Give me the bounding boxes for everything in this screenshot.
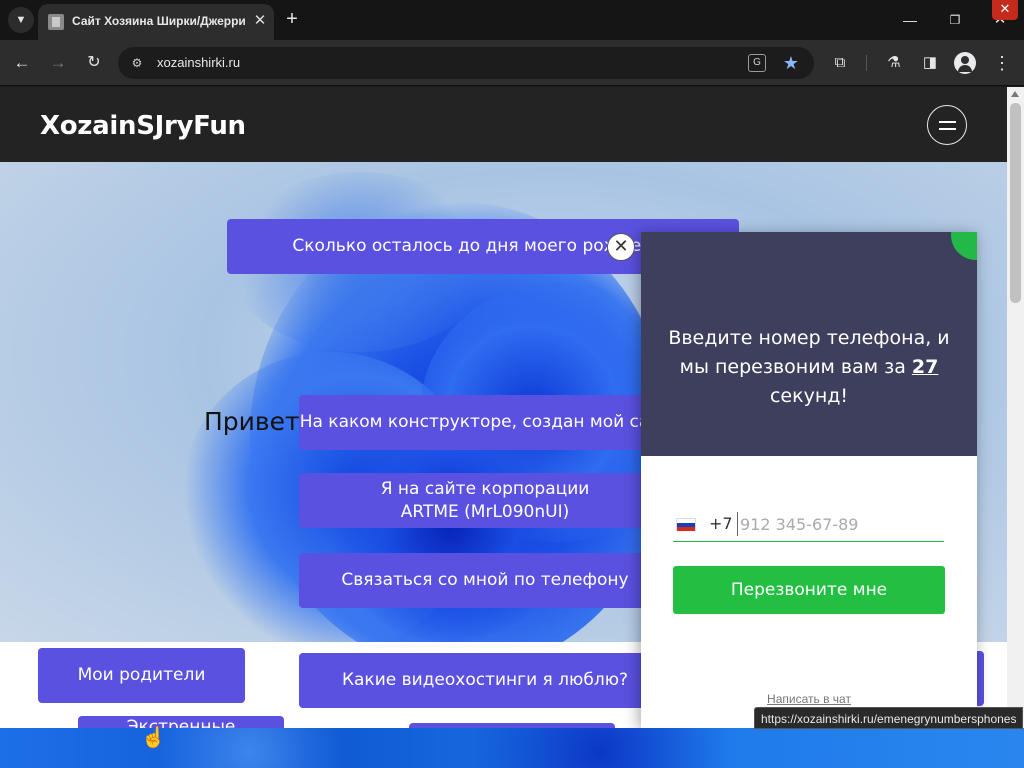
forward-arrow-icon[interactable]: →	[46, 51, 70, 75]
page-scrollbar[interactable]	[1007, 87, 1024, 728]
url-text[interactable]: xozainshirki.ru	[157, 55, 240, 70]
phone-input[interactable]	[737, 512, 927, 536]
extensions-puzzle-icon[interactable]: ⧉	[828, 51, 852, 75]
widget-corner-accent	[951, 232, 977, 260]
translate-icon[interactable]: G	[748, 54, 766, 72]
country-code: +7	[709, 514, 733, 533]
status-bar-url: https://xozainshirki.ru/emenegrynumbersp…	[754, 707, 1024, 729]
widget-headline-text: Введите номер телефона, и мы перезвоним …	[668, 327, 950, 378]
side-panel-icon[interactable]: ◨	[918, 51, 942, 75]
phone-field: +7	[673, 506, 944, 542]
hamburger-menu-button[interactable]	[927, 105, 967, 145]
window-minimize-icon[interactable]: —	[895, 6, 925, 34]
site-logo[interactable]: XozainSJryFun	[40, 111, 246, 141]
widget-close-icon[interactable]: ✕	[607, 233, 635, 261]
callback-widget: Введите номер телефона, и мы перезвоним …	[641, 232, 977, 728]
emergency-button[interactable]: Экстренные	[78, 716, 284, 728]
widget-seconds: 27	[911, 356, 939, 378]
favicon-icon	[48, 14, 64, 30]
constructor-button[interactable]: На каком конструкторе, создан мой сайт	[299, 395, 671, 450]
callback-button[interactable]: Перезвоните мне	[673, 566, 945, 614]
site-header: XozainSJryFun	[0, 87, 1007, 162]
toolbar-divider	[866, 55, 867, 71]
tab-active[interactable]: Сайт Хозяина Ширки/Джерри ✕	[38, 4, 274, 40]
widget-headline-tail: секунд!	[769, 385, 849, 407]
site-info-icon[interactable]: ⚙	[128, 54, 146, 72]
profile-avatar-icon[interactable]	[954, 52, 976, 74]
widget-headline: Введите номер телефона, и мы перезвоним …	[661, 324, 957, 411]
parents-button[interactable]: Мои родители	[38, 648, 245, 703]
bookmark-star-icon[interactable]: ★	[780, 52, 802, 74]
browser-toolbar: ← → ↻ ⚙ xozainshirki.ru G ★ ⧉ ⚗ ◨ ⋮	[0, 40, 1024, 86]
tab-search-chevron-icon[interactable]: ▼	[8, 7, 34, 33]
hand-cursor-icon: ☝	[141, 727, 166, 749]
scroll-thumb[interactable]	[1010, 103, 1021, 303]
new-tab-plus-icon[interactable]: +	[281, 8, 303, 30]
phone-contact-button[interactable]: Связаться со мной по телефону	[299, 553, 671, 608]
window-close-hover-icon[interactable]: ✕	[992, 0, 1018, 20]
window-restore-icon[interactable]: ❐	[940, 6, 970, 34]
video-hosting-button[interactable]: Какие видеохостинги я люблю?	[299, 653, 671, 708]
tab-title: Сайт Хозяина Ширки/Джерри	[72, 14, 246, 28]
labs-flask-icon[interactable]: ⚗	[882, 51, 906, 75]
russia-flag-icon[interactable]	[676, 518, 696, 531]
back-arrow-icon[interactable]: ←	[10, 51, 34, 75]
kebab-menu-icon[interactable]: ⋮	[990, 51, 1014, 75]
address-bar[interactable]: ⚙ xozainshirki.ru G ★	[118, 47, 814, 79]
widget-header: Введите номер телефона, и мы перезвоним …	[641, 232, 977, 456]
chat-link[interactable]: Написать в чат	[641, 692, 977, 706]
tab-strip: ▼ Сайт Хозяина Ширки/Джерри ✕ + — ❐ ✕ ✕	[0, 0, 1024, 40]
tab-close-icon[interactable]: ✕	[250, 11, 270, 31]
scroll-up-arrow-icon[interactable]	[1011, 91, 1019, 97]
reload-icon[interactable]: ↻	[82, 51, 106, 75]
artme-button[interactable]: Я на сайте корпорации ARTME (MrL090nUI)	[299, 473, 671, 528]
